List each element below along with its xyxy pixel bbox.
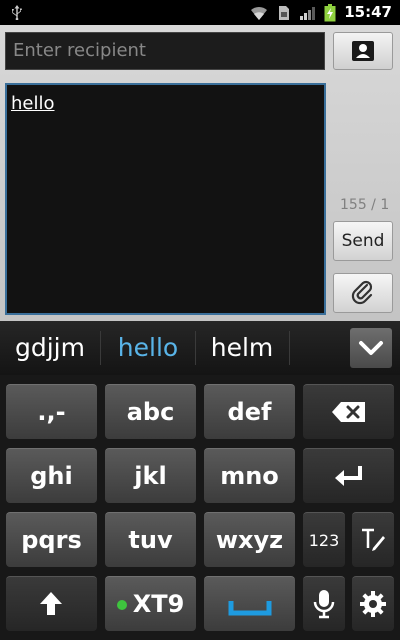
- space-key[interactable]: [204, 576, 295, 631]
- paperclip-icon: [351, 280, 373, 305]
- status-bar: 15:47: [0, 0, 400, 25]
- enter-icon: [335, 466, 362, 486]
- text-mode-key[interactable]: [352, 512, 394, 567]
- key-mno[interactable]: mno: [204, 448, 295, 503]
- keyboard: .,- abc def ghi jkl mno pqrs tuv wxyz 12…: [0, 375, 400, 640]
- key-pqrs[interactable]: pqrs: [6, 512, 97, 567]
- key-label: 123: [308, 531, 340, 550]
- wifi-icon: [251, 6, 267, 20]
- suggestion-word[interactable]: helm: [196, 321, 288, 375]
- backspace-icon: [332, 402, 365, 422]
- key-label: jkl: [134, 462, 167, 490]
- key-label: mno: [220, 462, 279, 490]
- contact-card-icon: [352, 41, 374, 61]
- clock: 15:47: [344, 3, 392, 21]
- message-input[interactable]: hello: [5, 83, 326, 315]
- key-wxyz[interactable]: wxyz: [204, 512, 295, 567]
- chevron-down-icon: [359, 341, 383, 355]
- xt9-indicator-dot: [116, 600, 127, 610]
- collapse-suggestions-button[interactable]: [350, 328, 392, 368]
- character-counter: 155 / 1: [340, 197, 390, 213]
- message-text: hello: [11, 93, 55, 114]
- microphone-key[interactable]: [303, 576, 345, 631]
- attach-button[interactable]: [333, 273, 393, 313]
- usb-icon: [12, 5, 22, 20]
- divider: [289, 331, 290, 365]
- microphone-icon: [313, 590, 335, 619]
- key-abc[interactable]: abc: [105, 384, 196, 439]
- key-ghi[interactable]: ghi: [6, 448, 97, 503]
- contact-picker-button[interactable]: [333, 32, 393, 70]
- shift-key[interactable]: [6, 576, 97, 631]
- suggestion-word[interactable]: gdjjm: [0, 321, 100, 375]
- key-numbers[interactable]: 123: [303, 512, 345, 567]
- key-label: pqrs: [21, 526, 82, 554]
- xt9-label: XT9: [132, 590, 185, 618]
- key-jkl[interactable]: jkl: [105, 448, 196, 503]
- key-label: tuv: [128, 526, 173, 554]
- key-punctuation[interactable]: .,-: [6, 384, 97, 439]
- signal-icon: [300, 7, 315, 20]
- shift-arrow-icon: [40, 592, 62, 615]
- space-icon: [228, 601, 272, 616]
- recipient-input[interactable]: Enter recipient: [5, 32, 325, 70]
- enter-key[interactable]: [303, 448, 394, 503]
- key-label: ghi: [30, 462, 73, 490]
- suggestion-bar: gdjjm hello helm: [0, 321, 400, 375]
- key-def[interactable]: def: [204, 384, 295, 439]
- text-mode-icon: [362, 528, 385, 551]
- compose-area: Enter recipient hello 155 / 1 Send: [0, 25, 400, 321]
- send-button[interactable]: Send: [333, 221, 393, 261]
- key-label: wxyz: [215, 526, 284, 554]
- gear-icon: [360, 591, 386, 617]
- suggestion-word-selected[interactable]: hello: [101, 321, 195, 375]
- settings-key[interactable]: [352, 576, 394, 631]
- backspace-key[interactable]: [303, 384, 394, 439]
- battery-charging-icon: [324, 4, 336, 22]
- key-label: def: [227, 398, 272, 426]
- key-label: abc: [126, 398, 175, 426]
- key-tuv[interactable]: tuv: [105, 512, 196, 567]
- key-label: .,-: [37, 398, 66, 426]
- xt9-key[interactable]: XT9: [105, 576, 196, 631]
- sim-icon: [279, 6, 289, 20]
